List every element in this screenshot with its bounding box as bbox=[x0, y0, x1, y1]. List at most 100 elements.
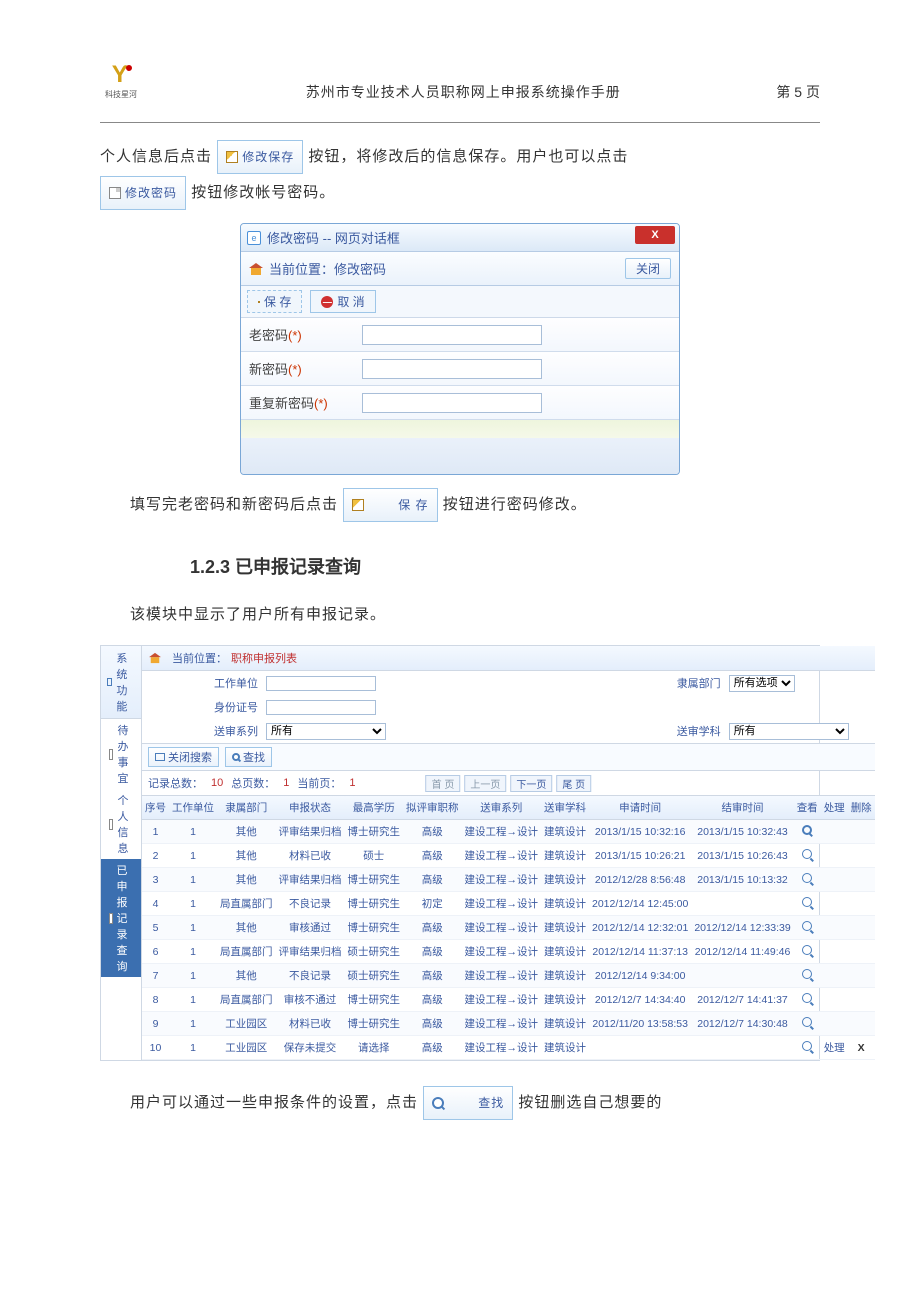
view-cell[interactable] bbox=[794, 844, 821, 868]
text: 按钮，将修改后的信息保存。用户也可以点击 bbox=[308, 148, 628, 165]
table-cell: 建筑设计 bbox=[541, 868, 589, 892]
view-cell[interactable] bbox=[794, 964, 821, 988]
table-cell: 博士研究生 bbox=[345, 892, 404, 916]
view-icon bbox=[802, 825, 812, 835]
table-cell: 2012/12/28 8:56:48 bbox=[589, 868, 691, 892]
delete-icon: X bbox=[858, 1042, 865, 1054]
subject-select[interactable]: 所有 bbox=[729, 723, 849, 740]
table-cell: 不良记录 bbox=[276, 892, 345, 916]
new-password-input[interactable] bbox=[362, 359, 542, 379]
table-cell: 局直属部门 bbox=[217, 940, 276, 964]
dialog-window-title: 修改密码 -- 网页对话框 bbox=[267, 228, 400, 247]
table-cell: 2 bbox=[142, 844, 169, 868]
process-cell bbox=[821, 964, 848, 988]
table-cell: 评审结果归档 bbox=[276, 940, 345, 964]
cancel-label: 取 消 bbox=[337, 293, 364, 310]
view-icon bbox=[802, 1017, 812, 1027]
logo: Ƴ 科技星河 bbox=[100, 60, 142, 102]
table-cell: 建设工程→设计 bbox=[462, 940, 542, 964]
table-cell: 2013/1/15 10:32:43 bbox=[691, 820, 793, 844]
view-cell[interactable] bbox=[794, 1036, 821, 1060]
sidebar-item-todo[interactable]: 待办事宜 bbox=[101, 719, 141, 789]
dept-select[interactable]: 所有选项 bbox=[729, 675, 795, 692]
table-cell: 建筑设计 bbox=[541, 1036, 589, 1060]
table-cell: 其他 bbox=[217, 964, 276, 988]
table-cell: 博士研究生 bbox=[345, 916, 404, 940]
window-close-button[interactable]: X bbox=[635, 226, 675, 244]
table-row: 11其他评审结果归档博士研究生高级建设工程→设计建筑设计2013/1/15 10… bbox=[142, 820, 875, 844]
table-cell: 高级 bbox=[403, 964, 462, 988]
close-search-button[interactable]: 关闭搜索 bbox=[148, 747, 219, 767]
sidebar-item-records[interactable]: 已申报记录查询 bbox=[101, 859, 141, 977]
view-icon bbox=[802, 1041, 812, 1051]
module-icon bbox=[107, 678, 112, 686]
view-cell[interactable] bbox=[794, 940, 821, 964]
table-cell: 建设工程→设计 bbox=[462, 844, 542, 868]
delete-cell[interactable]: X bbox=[848, 1036, 875, 1060]
paragraph-4: 用户可以通过一些申报条件的设置，点击 查找 按钮删选自己想要的 bbox=[100, 1085, 820, 1121]
table-cell: 6 bbox=[142, 940, 169, 964]
edit-icon bbox=[258, 301, 260, 303]
table-row: 21其他材料已收硕士高级建设工程→设计建筑设计2013/1/15 10:26:2… bbox=[142, 844, 875, 868]
view-cell[interactable] bbox=[794, 916, 821, 940]
old-password-row: 老密码(*) bbox=[241, 318, 679, 352]
pager-prev[interactable]: 上一页 bbox=[464, 775, 506, 792]
table-cell: 2013/1/15 10:13:32 bbox=[691, 868, 793, 892]
find-inline-button[interactable]: 查找 bbox=[423, 1086, 513, 1121]
table-cell: 建设工程→设计 bbox=[462, 868, 542, 892]
pager-first[interactable]: 首 页 bbox=[426, 775, 461, 792]
table-cell: 工业园区 bbox=[217, 1036, 276, 1060]
table-cell: 局直属部门 bbox=[217, 988, 276, 1012]
current-label: 当前页： bbox=[297, 775, 341, 791]
table-header-cell: 工作单位 bbox=[169, 796, 217, 820]
table-cell: 1 bbox=[169, 1012, 217, 1036]
table-cell: 保存未提交 bbox=[276, 1036, 345, 1060]
edit-save-button[interactable]: 修改保存 bbox=[217, 140, 303, 175]
search-toolbar: 关闭搜索 查找 bbox=[142, 744, 875, 771]
table-cell: 3 bbox=[142, 868, 169, 892]
view-cell[interactable] bbox=[794, 1012, 821, 1036]
table-cell: 2012/12/14 12:32:01 bbox=[589, 916, 691, 940]
id-input[interactable] bbox=[266, 700, 376, 715]
table-cell: 建设工程→设计 bbox=[462, 1036, 542, 1060]
table-cell: 2012/12/14 11:49:46 bbox=[691, 940, 793, 964]
table-header-cell: 最高学历 bbox=[345, 796, 404, 820]
view-cell[interactable] bbox=[794, 820, 821, 844]
pager-next[interactable]: 下一页 bbox=[510, 775, 552, 792]
table-cell: 1 bbox=[142, 820, 169, 844]
save-inline-button[interactable]: 保 存 bbox=[343, 488, 437, 523]
table-header-cell: 隶属部门 bbox=[217, 796, 276, 820]
delete-cell bbox=[848, 868, 875, 892]
table-cell: 1 bbox=[169, 988, 217, 1012]
view-cell[interactable] bbox=[794, 988, 821, 1012]
table-cell: 1 bbox=[169, 844, 217, 868]
repeat-password-input[interactable] bbox=[362, 393, 542, 413]
filter-area: 工作单位 隶属部门 所有选项 身份证号 送审系列 所有 bbox=[142, 671, 875, 744]
pager-last[interactable]: 尾 页 bbox=[556, 775, 591, 792]
old-password-input[interactable] bbox=[362, 325, 542, 345]
delete-cell bbox=[848, 988, 875, 1012]
process-cell[interactable]: 处理 bbox=[821, 1036, 848, 1060]
dialog-toolbar: 保 存 — 取 消 bbox=[241, 286, 679, 318]
search-icon bbox=[232, 753, 240, 761]
dialog-titlebar: e 修改密码 -- 网页对话框 X bbox=[241, 224, 679, 252]
view-cell[interactable] bbox=[794, 868, 821, 892]
table-cell: 建设工程→设计 bbox=[462, 916, 542, 940]
table-cell: 建筑设计 bbox=[541, 892, 589, 916]
find-button[interactable]: 查找 bbox=[225, 747, 272, 767]
view-icon bbox=[802, 921, 812, 931]
sidebar-item-profile[interactable]: 个人信息 bbox=[101, 789, 141, 859]
home-icon bbox=[149, 653, 161, 663]
table-cell: 建设工程→设计 bbox=[462, 1012, 542, 1036]
cancel-button[interactable]: — 取 消 bbox=[310, 290, 375, 313]
view-cell[interactable] bbox=[794, 892, 821, 916]
change-password-button[interactable]: 修改密码 bbox=[100, 176, 186, 211]
paragraph-3: 该模块中显示了用户所有申报记录。 bbox=[100, 597, 820, 633]
close-button[interactable]: 关闭 bbox=[625, 258, 671, 279]
save-button[interactable]: 保 存 bbox=[247, 290, 302, 313]
sidebar-item-label: 待办事宜 bbox=[117, 722, 133, 786]
series-select[interactable]: 所有 bbox=[266, 723, 386, 740]
work-unit-input[interactable] bbox=[266, 676, 376, 691]
total-label: 记录总数： bbox=[148, 775, 203, 791]
search-icon bbox=[432, 1097, 444, 1109]
